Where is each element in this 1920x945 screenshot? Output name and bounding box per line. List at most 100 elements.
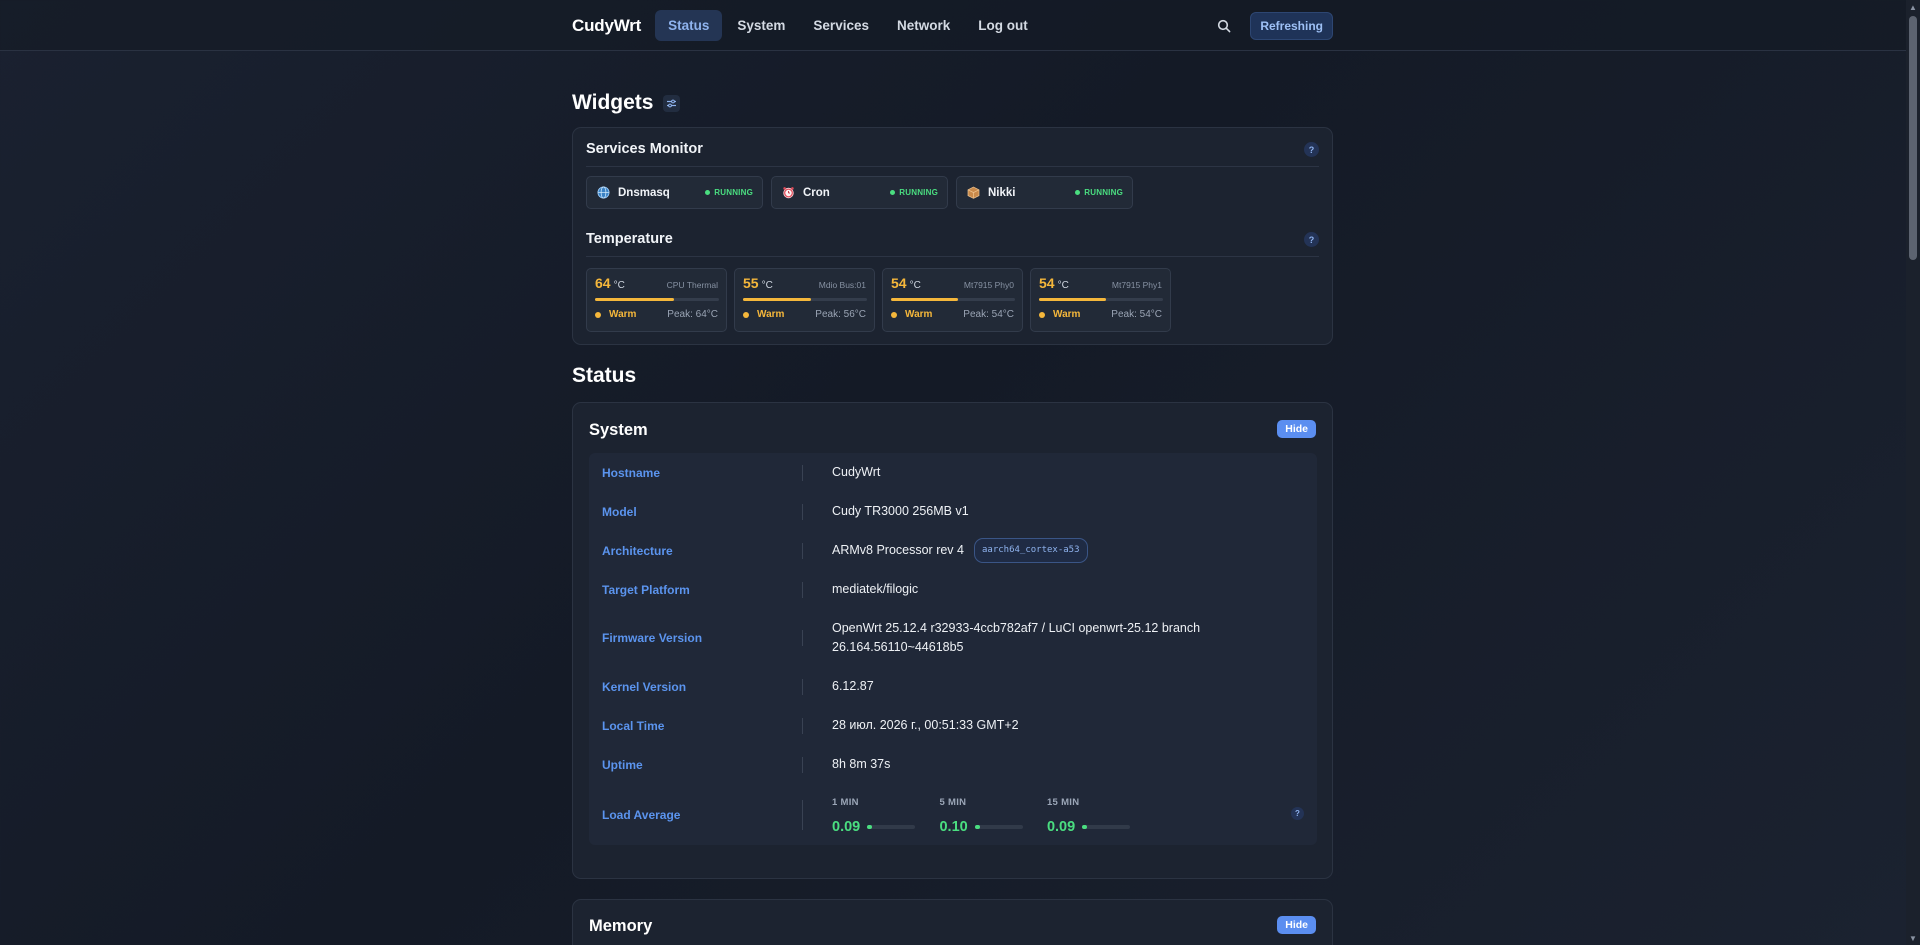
service-name: Cron: [803, 186, 830, 199]
load-line: 0.09: [1047, 818, 1151, 837]
running-dot-icon: [705, 190, 711, 195]
load-label: 15 MIN: [1046, 796, 1080, 808]
globe-icon: [596, 186, 610, 200]
table-row: Uptime 8h 8m 37s: [589, 745, 1317, 784]
top-navigation-bar: CudyWrt Status System Services Network L…: [0, 0, 1906, 51]
status-text: RUNNING: [714, 188, 753, 197]
table-row: Kernel Version 6.12.87: [589, 667, 1317, 706]
load-bar: [1082, 825, 1131, 829]
top-navigation-inner: CudyWrt Status System Services Network L…: [572, 0, 1333, 51]
row-separator: [802, 799, 803, 830]
widgets-heading: Widgets: [572, 91, 681, 115]
load-bar: [867, 825, 916, 829]
running-dot-icon: [890, 190, 896, 195]
load-15min: 15 MIN 0.09: [1047, 793, 1151, 837]
firmware-version-value: OpenWrt 25.12.4 r32933-4ccb782af7 / LuCI…: [832, 619, 1200, 657]
temperature-bar: [891, 298, 1015, 301]
sliders-icon[interactable]: [663, 94, 681, 112]
hide-system-button[interactable]: Hide: [1277, 420, 1316, 438]
temperature-value: 55: [743, 275, 759, 291]
temperature-value: 54: [1039, 275, 1055, 291]
brand-logo[interactable]: CudyWrt: [572, 16, 641, 36]
row-separator: [802, 717, 803, 734]
status-heading: Status: [572, 364, 637, 387]
temperature-value: 64: [595, 275, 611, 291]
services-monitor-help-icon[interactable]: ?: [1304, 142, 1319, 157]
hostname-value: CudyWrt: [832, 465, 881, 479]
refreshing-toggle[interactable]: Refreshing: [1250, 11, 1333, 40]
temperature-help-icon[interactable]: ?: [1304, 232, 1319, 247]
row-separator: [802, 678, 803, 695]
table-row: Hostname CudyWrt: [589, 453, 1317, 492]
nav-network[interactable]: Network: [884, 10, 963, 41]
hide-memory-button[interactable]: Hide: [1277, 916, 1316, 934]
widgets-title: Widgets: [572, 91, 654, 114]
alarm-clock-icon: [781, 186, 795, 200]
row-label: Target Platform: [602, 582, 690, 597]
load-label: 5 MIN: [939, 796, 967, 808]
nav-status[interactable]: Status: [655, 10, 723, 41]
services-list: Dnsmasq RUNNING Cron RUNNING Nikki RUNNI…: [586, 176, 1133, 209]
row-label: Model: [602, 504, 637, 519]
temperature-state: Warm: [905, 309, 933, 320]
temperature-card: 64 °C CPU Thermal Warm Peak: 64°C: [586, 268, 727, 332]
widgets-panel: Services Monitor ? Dnsmasq RUNNING Cron …: [572, 127, 1333, 345]
table-row: Local Time 28 июл. 2026 г., 00:51:33 GMT…: [589, 706, 1317, 745]
warm-dot-icon: [595, 311, 601, 318]
model-value: Cudy TR3000 256MB v1: [832, 504, 969, 518]
running-dot-icon: [1075, 190, 1081, 195]
temperature-bar-fill: [1039, 298, 1106, 301]
temperature-peak: Peak: 54°C: [963, 309, 1014, 320]
row-separator: [802, 464, 803, 481]
temperature-unit: °C: [761, 280, 773, 291]
nav-logout[interactable]: Log out: [965, 10, 1040, 41]
temperature-peak: Peak: 56°C: [815, 309, 866, 320]
table-row: Architecture ARMv8 Processor rev 4 aarch6…: [589, 531, 1317, 570]
temperature-card: 54 °C Mt7915 Phy0 Warm Peak: 54°C: [882, 268, 1023, 332]
sensor-label: CPU Thermal: [666, 280, 718, 290]
warm-dot-icon: [1039, 311, 1045, 318]
memory-title: Memory: [589, 917, 653, 935]
nav-system[interactable]: System: [724, 10, 798, 41]
temperature-bar-fill: [595, 298, 675, 301]
kernel-version-value: 6.12.87: [832, 679, 874, 693]
scroll-thumb[interactable]: [1909, 16, 1917, 260]
local-time-value: 28 июл. 2026 г., 00:51:33 GMT+2: [832, 718, 1019, 732]
load-line: 0.09: [832, 818, 936, 837]
load-bar-fill: [1082, 825, 1087, 829]
nav-services[interactable]: Services: [800, 10, 882, 41]
divider: [586, 256, 1319, 257]
scroll-down-arrow-icon[interactable]: ▼: [1906, 931, 1920, 945]
package-icon: [966, 186, 980, 200]
temperature-peak: Peak: 54°C: [1111, 309, 1162, 320]
temperature-unit: °C: [1057, 280, 1069, 291]
firmware-line-2: 26.164.56110~44618b5: [832, 640, 964, 654]
temperature-bar-fill: [891, 298, 958, 301]
load-label: 1 MIN: [832, 796, 859, 808]
row-label: Architecture: [602, 543, 673, 558]
row-label: Hostname: [602, 465, 661, 480]
load-value: 0.09: [1046, 818, 1076, 835]
row-label: Uptime: [602, 757, 643, 772]
warm-dot-icon: [743, 311, 749, 318]
services-monitor-title: Services Monitor: [586, 141, 703, 157]
load-average-help-icon[interactable]: ?: [1291, 807, 1304, 820]
divider: [586, 166, 1319, 167]
temperature-value: 54: [891, 275, 907, 291]
service-card-dnsmasq[interactable]: Dnsmasq RUNNING: [586, 176, 763, 209]
target-platform-value: mediatek/filogic: [832, 582, 919, 596]
row-separator: [802, 542, 803, 559]
service-card-nikki[interactable]: Nikki RUNNING: [956, 176, 1133, 209]
search-icon[interactable]: [1212, 14, 1236, 38]
temperature-title: Temperature: [586, 231, 673, 247]
load-bar-fill: [867, 825, 872, 829]
sensor-label: Mt7915 Phy1: [1111, 280, 1162, 290]
table-row: Firmware Version OpenWrt 25.12.4 r32933-…: [589, 609, 1317, 667]
status-text: RUNNING: [899, 188, 938, 197]
firmware-line-1: OpenWrt 25.12.4 r32933-4ccb782af7 / LuCI…: [832, 621, 1201, 635]
load-line: 0.10: [939, 818, 1043, 837]
page-scrollbar[interactable]: ▲ ▼: [1906, 0, 1920, 945]
scroll-up-arrow-icon[interactable]: ▲: [1906, 0, 1920, 14]
sensor-label: Mdio Bus:01: [818, 280, 866, 290]
service-card-cron[interactable]: Cron RUNNING: [771, 176, 948, 209]
